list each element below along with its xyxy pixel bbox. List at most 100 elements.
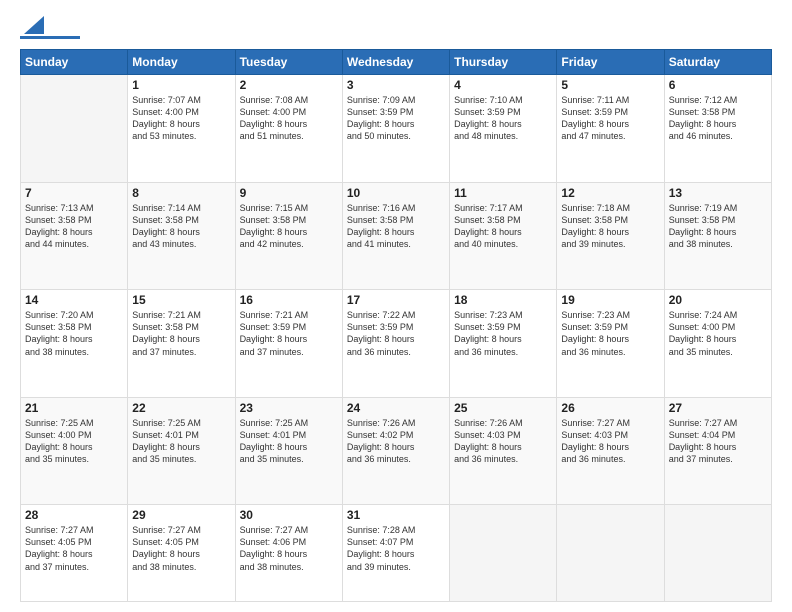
- col-monday: Monday: [128, 50, 235, 75]
- col-thursday: Thursday: [450, 50, 557, 75]
- day-number: 1: [132, 78, 230, 92]
- table-row: 13 Sunrise: 7:19 AMSunset: 3:58 PMDayligh…: [664, 182, 771, 290]
- table-row: 8Sunrise: 7:14 AMSunset: 3:58 PMDaylight…: [128, 182, 235, 290]
- day-info: Sunrise: 7:09 AMSunset: 3:59 PMDaylight:…: [347, 94, 445, 143]
- day-number: 19: [561, 293, 659, 307]
- day-info: Sunrise: 7:17 AMSunset: 3:58 PMDaylight:…: [454, 202, 552, 251]
- day-info: Sunrise: 7:28 AMSunset: 4:07 PMDaylight:…: [347, 524, 445, 573]
- day-info: Sunrise: 7:21 AMSunset: 3:59 PMDaylight:…: [240, 309, 338, 358]
- day-info: Sunrise: 7:24 AMSunset: 4:00 PMDaylight:…: [669, 309, 767, 358]
- table-row: 27 Sunrise: 7:27 AMSunset: 4:04 PMDayligh…: [664, 397, 771, 505]
- logo-underline: [20, 36, 80, 39]
- day-number: 2: [240, 78, 338, 92]
- day-number: 11: [454, 186, 552, 200]
- col-tuesday: Tuesday: [235, 50, 342, 75]
- table-row: 11 Sunrise: 7:17 AMSunset: 3:58 PMDayligh…: [450, 182, 557, 290]
- day-info: Sunrise: 7:14 AMSunset: 3:58 PMDaylight:…: [132, 202, 230, 251]
- calendar-week-row: 28 Sunrise: 7:27 AMSunset: 4:05 PMDayligh…: [21, 505, 772, 602]
- day-number: 28: [25, 508, 123, 522]
- table-row: 22Sunrise: 7:25 AMSunset: 4:01 PMDayligh…: [128, 397, 235, 505]
- day-number: 15: [132, 293, 230, 307]
- day-number: 23: [240, 401, 338, 415]
- table-row: 9 Sunrise: 7:15 AMSunset: 3:58 PMDaylight…: [235, 182, 342, 290]
- table-row: [450, 505, 557, 602]
- day-number: 4: [454, 78, 552, 92]
- day-info: Sunrise: 7:10 AMSunset: 3:59 PMDaylight:…: [454, 94, 552, 143]
- col-sunday: Sunday: [21, 50, 128, 75]
- logo-triangle-icon: [24, 16, 44, 34]
- day-number: 10: [347, 186, 445, 200]
- day-number: 27: [669, 401, 767, 415]
- day-number: 18: [454, 293, 552, 307]
- col-friday: Friday: [557, 50, 664, 75]
- day-number: 5: [561, 78, 659, 92]
- day-number: 9: [240, 186, 338, 200]
- day-number: 13: [669, 186, 767, 200]
- day-number: 25: [454, 401, 552, 415]
- table-row: 25 Sunrise: 7:26 AMSunset: 4:03 PMDayligh…: [450, 397, 557, 505]
- day-info: Sunrise: 7:15 AMSunset: 3:58 PMDaylight:…: [240, 202, 338, 251]
- calendar-week-row: 14 Sunrise: 7:20 AMSunset: 3:58 PMDayligh…: [21, 290, 772, 398]
- table-row: [557, 505, 664, 602]
- col-wednesday: Wednesday: [342, 50, 449, 75]
- table-row: 4 Sunrise: 7:10 AMSunset: 3:59 PMDaylight…: [450, 75, 557, 183]
- day-number: 14: [25, 293, 123, 307]
- page: Sunday Monday Tuesday Wednesday Thursday…: [0, 0, 792, 612]
- day-info: Sunrise: 7:26 AMSunset: 4:03 PMDaylight:…: [454, 417, 552, 466]
- day-info: Sunrise: 7:25 AMSunset: 4:01 PMDaylight:…: [240, 417, 338, 466]
- table-row: 18Sunrise: 7:23 AMSunset: 3:59 PMDayligh…: [450, 290, 557, 398]
- table-row: 29Sunrise: 7:27 AMSunset: 4:05 PMDayligh…: [128, 505, 235, 602]
- day-info: Sunrise: 7:22 AMSunset: 3:59 PMDaylight:…: [347, 309, 445, 358]
- table-row: 31Sunrise: 7:28 AMSunset: 4:07 PMDayligh…: [342, 505, 449, 602]
- day-info: Sunrise: 7:27 AMSunset: 4:04 PMDaylight:…: [669, 417, 767, 466]
- day-info: Sunrise: 7:19 AMSunset: 3:58 PMDaylight:…: [669, 202, 767, 251]
- day-number: 29: [132, 508, 230, 522]
- day-info: Sunrise: 7:21 AMSunset: 3:58 PMDaylight:…: [132, 309, 230, 358]
- day-info: Sunrise: 7:12 AMSunset: 3:58 PMDaylight:…: [669, 94, 767, 143]
- table-row: 19Sunrise: 7:23 AMSunset: 3:59 PMDayligh…: [557, 290, 664, 398]
- day-number: 24: [347, 401, 445, 415]
- header: [20, 18, 772, 39]
- table-row: 14 Sunrise: 7:20 AMSunset: 3:58 PMDayligh…: [21, 290, 128, 398]
- day-info: Sunrise: 7:26 AMSunset: 4:02 PMDaylight:…: [347, 417, 445, 466]
- day-info: Sunrise: 7:20 AMSunset: 3:58 PMDaylight:…: [25, 309, 123, 358]
- logo: [20, 18, 80, 39]
- day-number: 3: [347, 78, 445, 92]
- table-row: 30 Sunrise: 7:27 AMSunset: 4:06 PMDayligh…: [235, 505, 342, 602]
- col-saturday: Saturday: [664, 50, 771, 75]
- day-info: Sunrise: 7:25 AMSunset: 4:01 PMDaylight:…: [132, 417, 230, 466]
- table-row: 16 Sunrise: 7:21 AMSunset: 3:59 PMDayligh…: [235, 290, 342, 398]
- table-row: 12 Sunrise: 7:18 AMSunset: 3:58 PMDayligh…: [557, 182, 664, 290]
- day-number: 20: [669, 293, 767, 307]
- day-info: Sunrise: 7:16 AMSunset: 3:58 PMDaylight:…: [347, 202, 445, 251]
- calendar-table: Sunday Monday Tuesday Wednesday Thursday…: [20, 49, 772, 602]
- table-row: 3 Sunrise: 7:09 AMSunset: 3:59 PMDaylight…: [342, 75, 449, 183]
- table-row: 7 Sunrise: 7:13 AMSunset: 3:58 PMDaylight…: [21, 182, 128, 290]
- table-row: 24 Sunrise: 7:26 AMSunset: 4:02 PMDayligh…: [342, 397, 449, 505]
- day-info: Sunrise: 7:08 AMSunset: 4:00 PMDaylight:…: [240, 94, 338, 143]
- calendar-week-row: 1 Sunrise: 7:07 AMSunset: 4:00 PMDaylight…: [21, 75, 772, 183]
- day-info: Sunrise: 7:18 AMSunset: 3:58 PMDaylight:…: [561, 202, 659, 251]
- table-row: 28 Sunrise: 7:27 AMSunset: 4:05 PMDayligh…: [21, 505, 128, 602]
- calendar-header-row: Sunday Monday Tuesday Wednesday Thursday…: [21, 50, 772, 75]
- table-row: 1 Sunrise: 7:07 AMSunset: 4:00 PMDaylight…: [128, 75, 235, 183]
- day-info: Sunrise: 7:25 AMSunset: 4:00 PMDaylight:…: [25, 417, 123, 466]
- day-number: 30: [240, 508, 338, 522]
- day-info: Sunrise: 7:27 AMSunset: 4:05 PMDaylight:…: [25, 524, 123, 573]
- day-info: Sunrise: 7:13 AMSunset: 3:58 PMDaylight:…: [25, 202, 123, 251]
- day-number: 26: [561, 401, 659, 415]
- day-number: 21: [25, 401, 123, 415]
- calendar-week-row: 7 Sunrise: 7:13 AMSunset: 3:58 PMDaylight…: [21, 182, 772, 290]
- day-number: 7: [25, 186, 123, 200]
- table-row: [664, 505, 771, 602]
- day-number: 12: [561, 186, 659, 200]
- day-number: 16: [240, 293, 338, 307]
- day-info: Sunrise: 7:07 AMSunset: 4:00 PMDaylight:…: [132, 94, 230, 143]
- day-number: 6: [669, 78, 767, 92]
- day-info: Sunrise: 7:11 AMSunset: 3:59 PMDaylight:…: [561, 94, 659, 143]
- day-number: 17: [347, 293, 445, 307]
- day-info: Sunrise: 7:27 AMSunset: 4:06 PMDaylight:…: [240, 524, 338, 573]
- table-row: 17 Sunrise: 7:22 AMSunset: 3:59 PMDayligh…: [342, 290, 449, 398]
- calendar-week-row: 21 Sunrise: 7:25 AMSunset: 4:00 PMDayligh…: [21, 397, 772, 505]
- table-row: [21, 75, 128, 183]
